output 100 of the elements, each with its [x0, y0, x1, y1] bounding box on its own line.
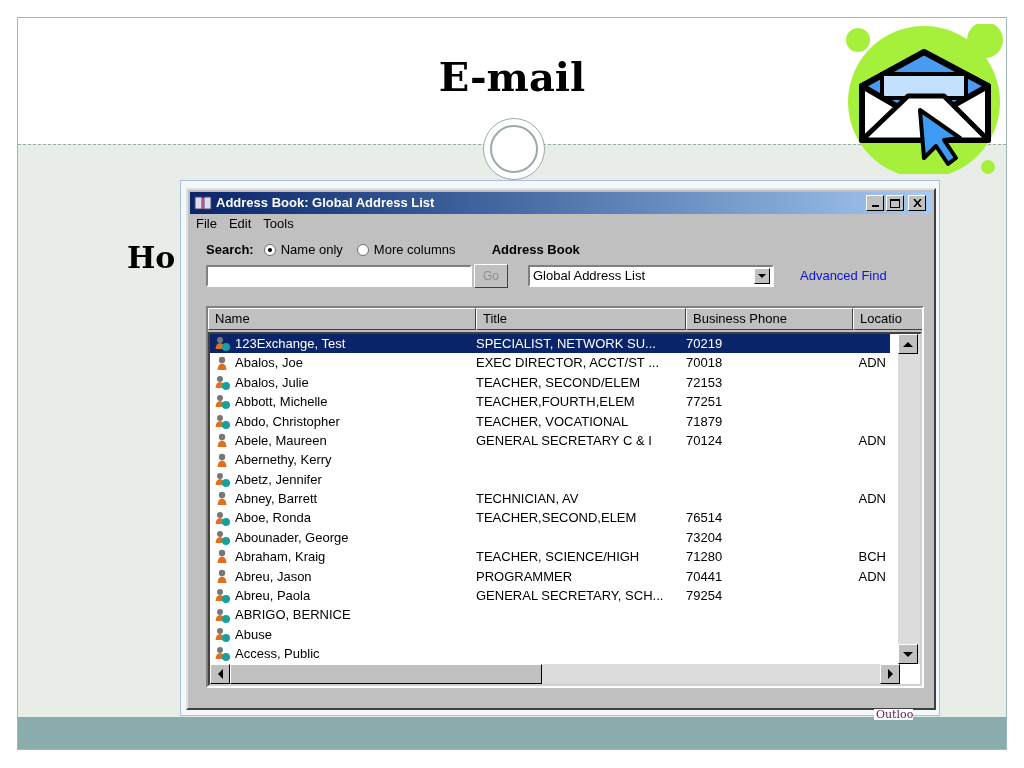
column-header[interactable]: Locatio [853, 308, 922, 330]
contact-row[interactable]: Abounader, George 73204 [210, 527, 890, 548]
table-cell-text: 76514 [686, 509, 724, 528]
contact-row[interactable]: Access, Public [210, 644, 890, 664]
table-cell-text: Abraham, Kraig [235, 548, 327, 567]
search-label: Search: [206, 241, 254, 260]
table-cell-text: ADN [857, 431, 886, 450]
table-cell-text: 73204 [686, 528, 724, 547]
contact-row[interactable]: ABRIGO, BERNICE [210, 605, 890, 625]
window-title: Address Book: Global Address List [216, 194, 436, 213]
table-cell-text: Abney, Barrett [235, 490, 319, 509]
contact-row[interactable]: Abalos, Julie TEACHER, SECOND/ELEM 72153 [210, 372, 890, 393]
table-cell-text: BCH [857, 548, 886, 567]
table-cell-text: ADN [857, 490, 886, 509]
table-cell-text: 71879 [686, 412, 724, 431]
table-cell-text: GENERAL SECRETARY, SCH... [476, 587, 665, 606]
column-header[interactable]: Business Phone [686, 308, 853, 330]
table-cell-text: EXEC DIRECTOR, ACCT/ST ... [476, 354, 660, 373]
horizontal-scrollbar[interactable] [210, 664, 900, 684]
contact-row[interactable]: Abalos, Joe EXEC DIRECTOR, ACCT/ST ... 70018 ADN [210, 353, 890, 373]
contact-row[interactable]: Aboe, Ronda TEACHER,SECOND,ELEM 76514 [210, 508, 890, 528]
minimize-button[interactable] [866, 195, 884, 211]
contact-row[interactable]: Abuse [210, 624, 890, 645]
contact-row[interactable]: Abdo, Christopher TEACHER, VOCATIONAL 71879 [210, 411, 890, 431]
contact-row[interactable]: Abreu, Paola GENERAL SECRETARY, SCH... 79254 [210, 586, 890, 606]
table-cell-text: ABRIGO, BERNICE [235, 606, 352, 625]
person-globe-icon [214, 412, 231, 430]
close-button[interactable] [908, 195, 926, 211]
contact-row[interactable]: Abetz, Jennifer [210, 469, 890, 490]
table-cell-text: Abounader, George [235, 528, 350, 547]
contact-row[interactable]: Abreu, Jason PROGRAMMER 70441 ADN [210, 566, 890, 587]
table-cell-text: TEACHER,FOURTH,ELEM [476, 393, 636, 412]
contact-row[interactable]: Abraham, Kraig TEACHER, SCIENCE/HIGH 71280 BCH [210, 547, 890, 567]
scroll-right-button[interactable] [880, 664, 900, 684]
column-header[interactable]: Name [208, 308, 476, 330]
table-cell-text: 79254 [686, 587, 724, 606]
advanced-find-link[interactable]: Advanced Find [800, 266, 887, 286]
menu-item[interactable]: Edit [228, 214, 252, 234]
person-globe-icon [214, 606, 231, 624]
table-cell-text: 70124 [686, 431, 724, 450]
search-option[interactable]: Name only [263, 240, 343, 260]
menu-item[interactable]: Tools [263, 214, 294, 234]
table-cell-text: Abbott, Michelle [235, 393, 329, 412]
table-cell-text: Abernethy, Kerry [235, 451, 333, 470]
contact-row[interactable]: Abney, Barrett TECHNICIAN, AV ADN [210, 489, 890, 509]
table-cell-text: TEACHER,SECOND,ELEM [476, 509, 638, 528]
person-globe-icon [214, 509, 231, 527]
person-globe-icon [214, 470, 231, 488]
person-globe-icon [214, 587, 231, 605]
scroll-left-button[interactable] [210, 664, 230, 684]
table-cell-text: 77251 [686, 393, 724, 412]
table-cell-text: Access, Public [235, 645, 321, 664]
search-field[interactable] [206, 265, 472, 287]
column-header[interactable]: Title [476, 308, 686, 330]
table-cell-text: PROGRAMMER [476, 567, 574, 586]
contact-row[interactable]: 123Exchange, Test SPECIALIST, NETWORK SU... 70219 [210, 334, 890, 354]
table-cell-text: Abele, Maureen [235, 431, 328, 450]
taskbar-text: Outloo [874, 709, 914, 720]
table-cell-text: Abalos, Joe [235, 354, 304, 373]
person-globe-icon [214, 393, 231, 411]
table-cell-text: SPECIALIST, NETWORK SU... [476, 334, 657, 353]
scrollbar-thumb[interactable] [230, 664, 542, 684]
search-option[interactable]: More columns [356, 240, 456, 260]
person-globe-icon [214, 645, 231, 663]
table-cell-text: Abreu, Paola [235, 587, 312, 606]
table-cell-text: TEACHER, SECOND/ELEM [476, 373, 641, 392]
person-globe-icon [214, 529, 231, 547]
table-cell-text: Abdo, Christopher [235, 412, 341, 431]
person-globe-icon [214, 335, 231, 353]
scroll-up-button[interactable] [898, 334, 918, 354]
table-cell-text: 70441 [686, 567, 724, 586]
table-cell-text: TECHNICIAN, AV [476, 490, 580, 509]
slide-text: Ho [127, 239, 176, 277]
table-cell-text: Abuse [235, 625, 273, 644]
close-icon [912, 199, 922, 207]
vertical-scrollbar[interactable] [898, 334, 920, 664]
address-book-dropdown[interactable]: Global Address List [528, 265, 774, 287]
table-cell-text: TEACHER, SCIENCE/HIGH [476, 548, 641, 567]
scroll-down-button[interactable] [898, 644, 918, 664]
address-book-label: Address Book [491, 241, 580, 260]
table-cell-text: GENERAL SECRETARY C & I [476, 431, 653, 450]
table-cell-text: Aboe, Ronda [235, 509, 312, 528]
contact-row[interactable]: Abernethy, Kerry [210, 450, 890, 470]
table-cell-text: ADN [857, 354, 886, 373]
maximize-button[interactable] [886, 195, 904, 211]
table-cell-text: 72153 [686, 373, 724, 392]
table-cell-text: Abreu, Jason [235, 567, 313, 586]
person-globe-icon [214, 626, 231, 644]
table-cell-text: Abalos, Julie [235, 373, 310, 392]
table-cell-text: Abetz, Jennifer [235, 470, 323, 489]
menu-item[interactable]: File [196, 214, 217, 234]
table-cell-text: 70219 [686, 334, 724, 353]
table-cell-text: ADN [857, 567, 886, 586]
contact-row[interactable]: Abbott, Michelle TEACHER,FOURTH,ELEM 77251 [210, 392, 890, 412]
slide-title: E-mail [437, 52, 587, 102]
book-icon [194, 196, 212, 210]
contact-row[interactable]: Abele, Maureen GENERAL SECRETARY C & I 70124 ADN [210, 430, 890, 451]
table-cell-text: TEACHER, VOCATIONAL [476, 412, 630, 431]
table-cell-text: 123Exchange, Test [235, 334, 347, 353]
person-globe-icon [214, 373, 231, 391]
